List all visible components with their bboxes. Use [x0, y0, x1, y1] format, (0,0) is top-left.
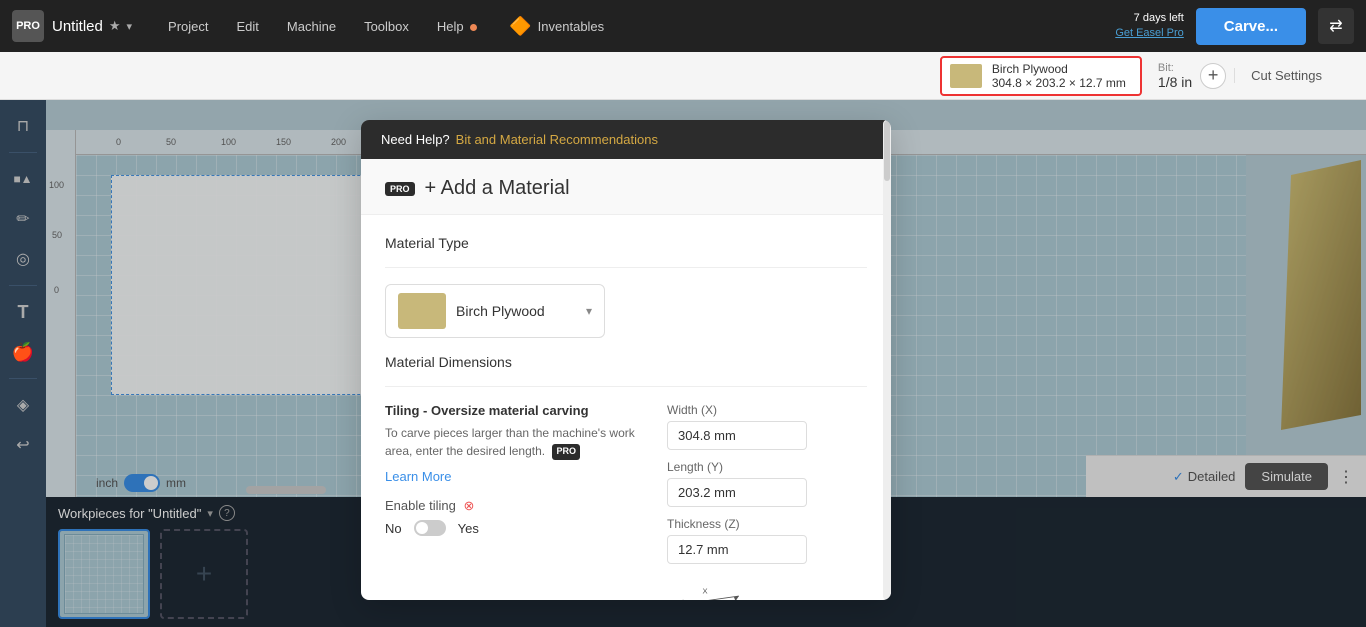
tiling-title: Tiling - Oversize material carving	[385, 403, 643, 418]
days-left-text: 7 days left	[1115, 11, 1183, 26]
pro-badge: PRO	[385, 182, 415, 196]
thickness-field: Thickness (Z)	[667, 517, 867, 564]
bit-value: 1/8 in	[1158, 74, 1192, 90]
toolbar-target[interactable]: ◎	[5, 241, 41, 277]
material-type-label: Material Type	[385, 235, 867, 251]
modal-body: Material Type Birch Plywood ▾ Material D…	[361, 215, 891, 600]
toolbar-divider-3	[9, 378, 37, 379]
svg-text:X: X	[703, 587, 708, 596]
material-swatch	[950, 64, 982, 88]
material-modal: Need Help? Bit and Material Recommendati…	[361, 120, 891, 600]
cut-settings-button[interactable]: Cut Settings	[1234, 68, 1338, 83]
width-input[interactable]	[667, 421, 807, 450]
tiling-toggle[interactable]	[414, 520, 446, 536]
length-input[interactable]	[667, 478, 807, 507]
main-nav: Project Edit Machine Toolbox Help	[156, 13, 489, 40]
material-name: Birch Plywood	[992, 62, 1126, 76]
width-label: Width (X)	[667, 403, 867, 417]
modal-header: PRO + Add a Material	[361, 159, 891, 215]
tiling-desc: To carve pieces larger than the machine'…	[385, 424, 643, 460]
nav-edit[interactable]: Edit	[225, 13, 271, 40]
toolbar-collapse[interactable]: ⊓	[5, 108, 41, 144]
material-display[interactable]: Birch Plywood 304.8 × 203.2 × 12.7 mm	[940, 56, 1142, 96]
title-text: Untitled	[52, 18, 103, 35]
divider-2	[385, 386, 867, 387]
divider-1	[385, 267, 867, 268]
carve-button[interactable]: Carve...	[1196, 8, 1306, 45]
pro-logo: PRO	[12, 10, 44, 42]
material-selector-name: Birch Plywood	[456, 303, 576, 319]
tiling-section: Tiling - Oversize material carving To ca…	[385, 403, 867, 600]
add-bit-button[interactable]: +	[1200, 63, 1226, 89]
topbar-right: 7 days left Get Easel Pro Carve... ⇄	[1115, 8, 1354, 45]
thickness-label: Thickness (Z)	[667, 517, 867, 531]
material-selector[interactable]: Birch Plywood ▾	[385, 284, 605, 338]
toolbar-draw[interactable]: ✏	[5, 201, 41, 237]
nav-help[interactable]: Help	[425, 13, 489, 40]
dimensions-fields: Width (X) Length (Y) Thickness (Z)	[667, 403, 867, 564]
enable-tiling: Enable tiling ⊗ No Yes	[385, 498, 643, 536]
tiling-right: Width (X) Length (Y) Thickness (Z)	[667, 403, 867, 600]
length-field: Length (Y)	[667, 460, 867, 507]
length-label: Length (Y)	[667, 460, 867, 474]
help-text: Need Help?	[381, 132, 450, 147]
modal-title: + Add a Material	[425, 177, 570, 200]
material-dims: 304.8 × 203.2 × 12.7 mm	[992, 76, 1126, 90]
canvas-area: 0 50 100 150 200 250 300 100 50 0 inch	[46, 100, 1366, 627]
toolbar-text[interactable]: T	[5, 294, 41, 330]
main-area: ⊓ ■▲ ✏ ◎ T 🍎 ◈ ↩ 0 50 100 150 200 250 30…	[0, 100, 1366, 627]
modal-scrollbar[interactable]	[883, 120, 891, 600]
thickness-input[interactable]	[667, 535, 807, 564]
inventables-button[interactable]: 🔶 Inventables	[497, 10, 616, 43]
material-diagram: X Y Z	[667, 576, 867, 600]
star-icon[interactable]: ★	[109, 18, 121, 34]
toolbar-shapes[interactable]: ■▲	[5, 161, 41, 197]
app-title: Untitled ★ ▾	[52, 18, 132, 35]
toolbar-apps[interactable]: 🍎	[5, 334, 41, 370]
toolbar-import[interactable]: ◈	[5, 387, 41, 423]
pro-inline-badge: PRO	[552, 444, 580, 460]
toolbar-back[interactable]: ↩	[5, 427, 41, 463]
diagram-svg: X Y Z	[667, 576, 777, 600]
toolbar-divider-2	[9, 285, 37, 286]
material-info: Birch Plywood 304.8 × 203.2 × 12.7 mm	[992, 62, 1126, 90]
modal-help-bar: Need Help? Bit and Material Recommendati…	[361, 120, 891, 159]
dimensions-label: Material Dimensions	[385, 354, 867, 370]
nav-toolbox[interactable]: Toolbox	[352, 13, 421, 40]
tiling-toggle-knob	[416, 522, 428, 534]
nav-machine[interactable]: Machine	[275, 13, 348, 40]
toolbar-divider-1	[9, 152, 37, 153]
width-field: Width (X)	[667, 403, 867, 450]
arrows-button[interactable]: ⇄	[1318, 8, 1354, 44]
help-link[interactable]: Bit and Material Recommendations	[456, 132, 658, 147]
left-toolbar: ⊓ ■▲ ✏ ◎ T 🍎 ◈ ↩	[0, 100, 46, 627]
dimensions-section: Material Dimensions Tiling - Oversize ma…	[385, 354, 867, 600]
tiling-no-label: No	[385, 521, 402, 536]
tiling-warning-icon: ⊗	[463, 498, 474, 513]
title-chevron-icon[interactable]: ▾	[127, 20, 133, 33]
enable-tiling-label: Enable tiling	[385, 498, 456, 513]
tiling-left: Tiling - Oversize material carving To ca…	[385, 403, 643, 600]
bit-label: Bit:	[1158, 62, 1192, 74]
bit-section: Bit: 1/8 in + Cut Settings	[1142, 62, 1354, 90]
material-bar: Birch Plywood 304.8 × 203.2 × 12.7 mm Bi…	[0, 52, 1366, 100]
tiling-yes-label: Yes	[458, 521, 479, 536]
inventables-icon: 🔶	[509, 16, 531, 37]
days-left-info: 7 days left Get Easel Pro	[1115, 11, 1183, 42]
topbar: PRO Untitled ★ ▾ Project Edit Machine To…	[0, 0, 1366, 52]
material-selector-swatch	[398, 293, 446, 329]
modal-scrollthumb	[884, 121, 890, 181]
modal-overlay: Need Help? Bit and Material Recommendati…	[46, 100, 1366, 627]
nav-project[interactable]: Project	[156, 13, 220, 40]
get-pro-link[interactable]: Get Easel Pro	[1115, 26, 1183, 41]
material-selector-chevron-icon: ▾	[586, 304, 592, 318]
learn-more-link[interactable]: Learn More	[385, 469, 451, 484]
help-notification-dot	[470, 24, 477, 31]
